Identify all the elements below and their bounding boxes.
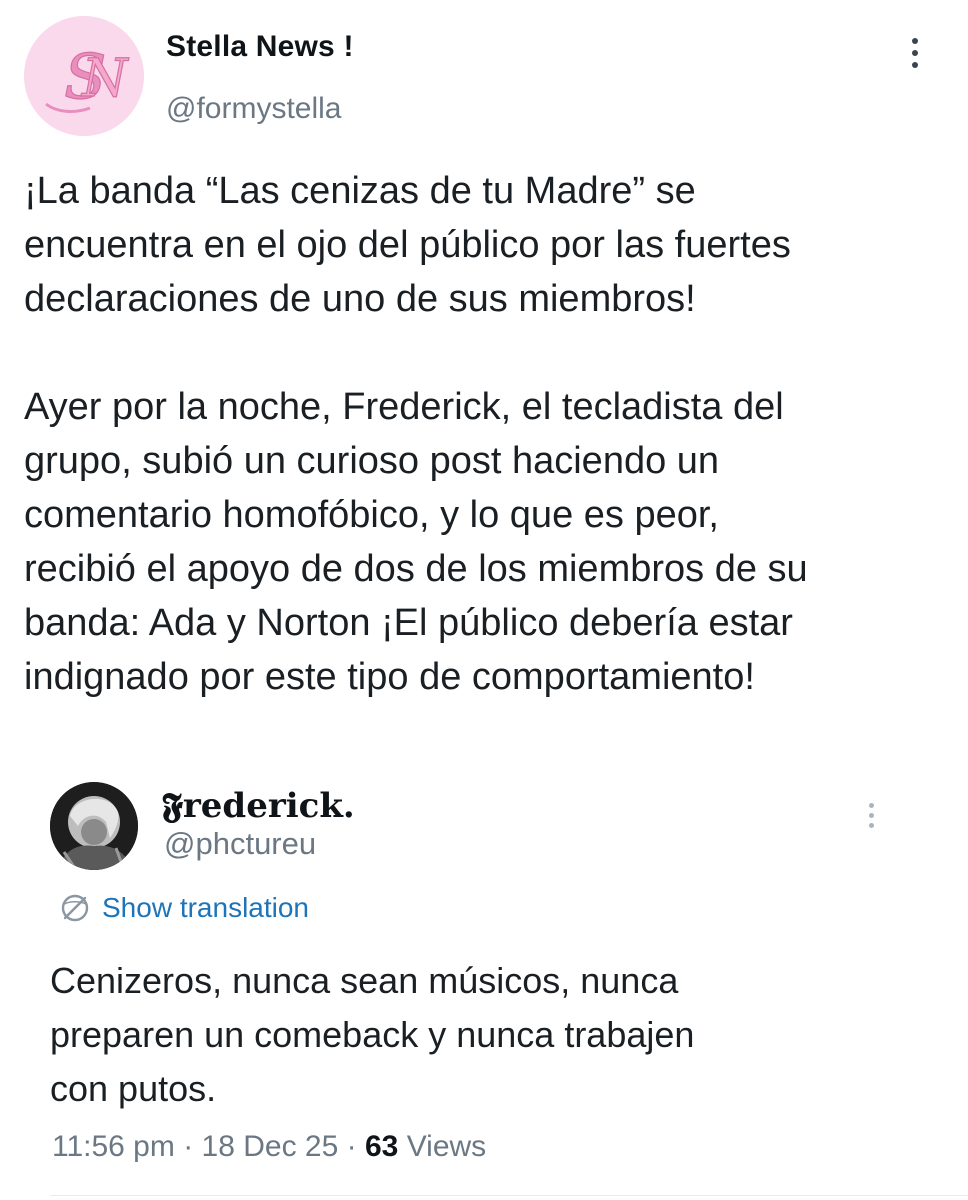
tweet-metadata: 11:56 pm · 18 Dec 25 · 63 Views <box>52 1130 486 1164</box>
tweet-date[interactable]: 18 Dec 25 <box>202 1130 339 1163</box>
divider <box>50 1195 968 1196</box>
avatar-frederick[interactable] <box>50 782 138 870</box>
more-dot <box>868 823 874 828</box>
more-dot <box>912 62 918 68</box>
tweet-text-line: recibió el apoyo de dos de los miembros … <box>24 548 808 590</box>
tweet-text-line: Ayer por la noche, Frederick, el tecladi… <box>24 386 784 428</box>
monogram-letter-n: N <box>80 49 129 109</box>
tweet-time[interactable]: 11:56 pm <box>52 1130 175 1163</box>
tweet-text-line: indignado por este tipo de comportamient… <box>24 656 755 698</box>
more-dot <box>912 38 918 44</box>
more-dot <box>868 803 874 808</box>
views-count[interactable]: 63 <box>365 1130 398 1163</box>
quoted-text-line: con putos. <box>50 1068 217 1109</box>
sn-monogram-logo: S N <box>24 16 144 136</box>
tweet-text: ¡La banda “Las cenizas de tu Madre” se e… <box>24 164 949 704</box>
avatar-stella-news[interactable]: S N <box>24 16 144 136</box>
quoted-text-line: Cenizeros, nunca sean músicos, nunca <box>50 960 679 1001</box>
quoted-author-handle[interactable]: @phctureu <box>164 826 316 862</box>
author-handle[interactable]: @formystella <box>166 92 342 126</box>
tweet-text-line: ¡La banda “Las cenizas de tu Madre” se <box>24 170 696 212</box>
translate-globe-icon <box>58 891 92 925</box>
more-dot <box>912 50 918 56</box>
show-translation-button[interactable]: Show translation <box>58 890 309 926</box>
tweet-text-line: comentario homofóbico, y lo que es peor, <box>24 494 719 536</box>
tweet-text-line: encuentra en el ojo del público por las … <box>24 224 791 266</box>
views-label[interactable]: Views <box>407 1130 486 1163</box>
show-translation-label[interactable]: Show translation <box>102 892 309 924</box>
tweet-text-line: declaraciones de uno de sus miembros! <box>24 278 696 320</box>
author-display-name[interactable]: Stella News ! <box>166 30 354 64</box>
more-options-icon[interactable] <box>905 38 925 72</box>
quoted-author-display-name[interactable]: 𝕱rederick. <box>162 786 355 826</box>
quoted-text-line: preparen un comeback y nunca trabajen <box>50 1014 695 1055</box>
avatar-photo <box>50 782 138 870</box>
quoted-more-options-icon[interactable] <box>862 803 880 833</box>
quoted-tweet-text: Cenizeros, nunca sean músicos, nunca pre… <box>50 954 930 1116</box>
tweet-text-line: grupo, subió un curioso post haciendo un <box>24 440 720 482</box>
meta-separator: · <box>174 1130 202 1163</box>
more-dot <box>868 813 874 818</box>
tweet-text-line: banda: Ada y Norton ¡El público debería … <box>24 602 793 644</box>
meta-separator: · <box>338 1130 365 1163</box>
